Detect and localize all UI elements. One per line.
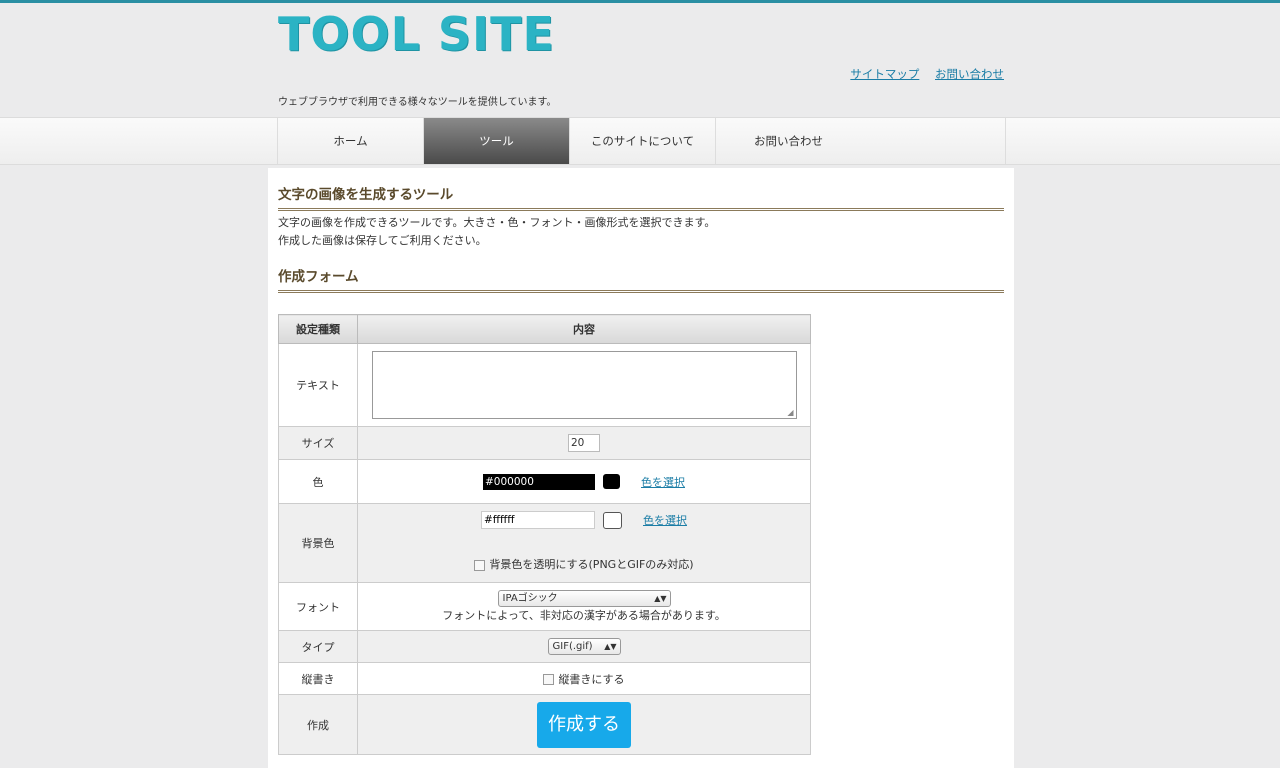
vertical-checkbox[interactable] xyxy=(543,674,555,685)
bg-color-label: 背景色 xyxy=(278,503,358,583)
nav-bar: ホーム ツール このサイトについて お問い合わせ xyxy=(0,117,1280,165)
transparent-row: 背景色を透明にする(PNGとGIFのみ対応) xyxy=(359,556,809,572)
type-label: タイプ xyxy=(278,630,358,663)
text-label: テキスト xyxy=(278,343,358,427)
resize-grip-icon[interactable]: ◢ xyxy=(787,408,793,417)
contact-link[interactable]: お問い合わせ xyxy=(935,67,1004,81)
page-description: 文字の画像を作成できるツールです。大きさ・色・フォント・画像形式を選択できます。… xyxy=(278,214,715,250)
color-pick-link[interactable]: 色を選択 xyxy=(641,476,685,489)
page-title: 文字の画像を生成するツール xyxy=(278,183,1004,211)
font-select-wrap: IPAゴシック ▲▼ xyxy=(359,590,809,607)
col-header-content: 内容 xyxy=(357,314,811,344)
font-note: フォントによって、非対応の漢字がある場合があります。 xyxy=(442,609,726,622)
font-select-arrow-icon: ▲▼ xyxy=(654,594,667,603)
bg-color-swatch[interactable] xyxy=(602,511,622,529)
type-select-arrow-icon: ▲▼ xyxy=(604,642,617,651)
header-links: サイトマップ お問い合わせ xyxy=(838,66,1004,82)
color-input[interactable]: #000000 xyxy=(483,473,595,490)
font-select[interactable]: IPAゴシック ▲▼ xyxy=(497,590,671,607)
type-select-value: GIF(.gif) xyxy=(552,641,593,652)
type-select[interactable]: GIF(.gif) ▲▼ xyxy=(547,638,621,655)
form-title: 作成フォーム xyxy=(278,265,1004,293)
vertical-label: 縦書き xyxy=(278,662,358,695)
font-label: フォント xyxy=(278,582,358,631)
site-tagline: ウェブブラウザで利用できる様々なツールを提供しています。 xyxy=(278,97,557,108)
main-content: 文字の画像を生成するツール 文字の画像を作成できるツールです。大きさ・色・フォン… xyxy=(268,168,1014,768)
create-label: 作成 xyxy=(278,694,358,755)
description-line-1: 文字の画像を作成できるツールです。大きさ・色・フォント・画像形式を選択できます。 xyxy=(278,216,716,229)
sitemap-link[interactable]: サイトマップ xyxy=(850,67,919,81)
create-button[interactable]: 作成する xyxy=(537,701,631,748)
color-label: 色 xyxy=(278,459,358,504)
vertical-checkbox-label: 縦書きにする xyxy=(558,672,625,686)
nav-item-contact[interactable]: お問い合わせ xyxy=(716,118,861,164)
font-select-value: IPAゴシック xyxy=(502,593,558,604)
bg-color-input[interactable]: #ffffff xyxy=(481,511,595,529)
site-logo[interactable]: TOOL SITE xyxy=(278,8,555,60)
size-input[interactable]: 20 xyxy=(568,434,600,452)
color-swatch[interactable] xyxy=(602,474,620,489)
col-header-setting: 設定種類 xyxy=(278,314,358,344)
transparent-label: 背景色を透明にする(PNGとGIFのみ対応) xyxy=(489,558,694,571)
bg-color-row: #ffffff 色を選択 xyxy=(359,511,809,529)
text-input[interactable]: ◢ xyxy=(371,351,797,419)
size-label: サイズ xyxy=(278,426,358,460)
nav-item-about[interactable]: このサイトについて xyxy=(570,118,716,164)
nav-item-tools[interactable]: ツール xyxy=(424,118,570,164)
settings-form: 設定種類 内容 テキスト ◢ サイズ 20 色 #000000 色を選択 背景色… xyxy=(278,314,811,755)
main-nav: ホーム ツール このサイトについて お問い合わせ xyxy=(277,118,1006,164)
nav-item-home[interactable]: ホーム xyxy=(278,118,424,164)
transparent-checkbox[interactable] xyxy=(474,559,486,571)
top-accent-line xyxy=(0,0,1280,3)
description-line-2: 作成した画像は保存してご利用ください。 xyxy=(278,234,487,247)
bg-color-pick-link[interactable]: 色を選択 xyxy=(643,514,687,527)
